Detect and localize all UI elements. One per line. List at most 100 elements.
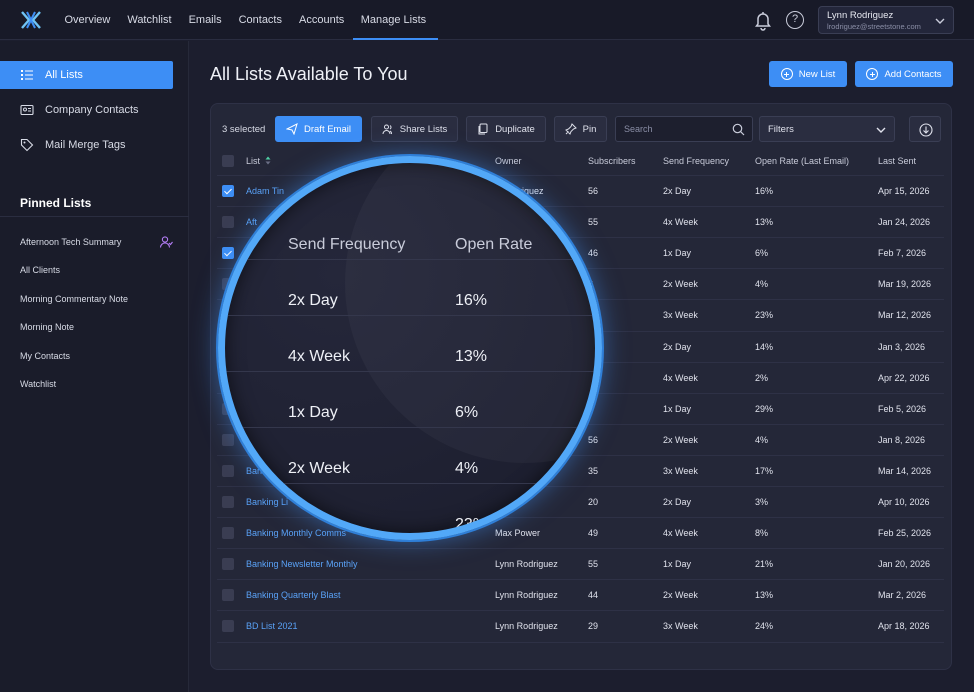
send-frequency-cell: 4x Week (663, 528, 698, 539)
last-sent-cell: Feb 7, 2026 (878, 248, 927, 259)
draft-email-button[interactable]: Draft Email (275, 116, 362, 142)
bell-icon[interactable] (752, 9, 774, 31)
list-name-link[interactable]: Banking Quarterly Blast (246, 590, 341, 600)
row-checkbox[interactable] (222, 496, 234, 508)
last-sent-cell: Mar 19, 2026 (878, 279, 932, 290)
list-name-link[interactable]: Banking Newsletter Monthly (246, 559, 358, 569)
open-rate-cell: 24% (755, 621, 774, 632)
owner-cell: Lynn Rodriguez (495, 559, 558, 570)
row-checkbox[interactable] (222, 185, 234, 197)
search-input[interactable]: Search (615, 116, 753, 142)
page-title: All Lists Available To You (210, 64, 408, 84)
row-divider (217, 610, 944, 612)
sidebar-item-label: Company Contacts (45, 104, 139, 116)
pinned-item[interactable]: All Clients (20, 265, 60, 275)
send-frequency-cell: 1x Day (663, 559, 692, 570)
send-frequency-cell: 2x Day (663, 341, 692, 352)
selected-count: 3 selected (222, 124, 266, 135)
new-list-label: New List (798, 68, 836, 80)
send-frequency-cell: 2x Day (663, 497, 692, 507)
pinned-item[interactable]: Morning Commentary Note (20, 294, 128, 304)
search-placeholder: Search (624, 124, 653, 134)
sidebar-item-mail-merge-tags[interactable]: Mail Merge Tags (0, 131, 173, 159)
magnified-row-divider (225, 315, 595, 316)
open-rate-cell: 6% (755, 248, 769, 259)
list-name-link[interactable]: Aft (246, 217, 257, 227)
send-frequency-cell: 2x Week (663, 434, 698, 445)
row-checkbox[interactable] (222, 464, 234, 477)
pinned-item[interactable]: My Contacts (20, 351, 70, 361)
open-rate-cell: 21% (755, 559, 774, 570)
chevron-down-icon (935, 18, 945, 24)
column-header-subscribers[interactable]: Subscribers (588, 156, 636, 166)
plus-circle-icon (866, 68, 879, 80)
send-frequency-cell: 4x Week (663, 372, 698, 383)
subscribers-cell: 29 (588, 621, 599, 632)
row-checkbox[interactable] (222, 558, 234, 571)
magnified-open-rate: 13% (455, 348, 488, 365)
chevron-down-icon (876, 127, 886, 133)
user-menu[interactable]: Lynn Rodriguez lrodriguez@streetstone.co… (818, 6, 954, 34)
search-icon (732, 123, 745, 136)
column-header-list[interactable]: List (246, 156, 271, 166)
sidebar-item-company-contacts[interactable]: Company Contacts (0, 96, 173, 124)
app-logo-icon[interactable] (20, 10, 42, 30)
sidebar-item-label: All Lists (45, 69, 83, 81)
send-frequency-cell: 2x Day (663, 186, 692, 196)
column-header-last-sent[interactable]: Last Sent (878, 156, 916, 166)
last-sent-cell: Apr 15, 2026 (878, 186, 930, 196)
list-name-link[interactable]: Adam Tin (246, 186, 284, 196)
subscribers-cell: 35 (588, 465, 599, 476)
list-name-link[interactable]: Banking Li (246, 497, 288, 507)
copy-icon (478, 123, 488, 135)
select-all-checkbox[interactable] (222, 155, 234, 167)
pinned-item[interactable]: Morning Note (20, 322, 74, 332)
nav-manage-lists[interactable]: Manage Lists (352, 0, 439, 40)
nav-contacts[interactable]: Contacts (230, 0, 290, 40)
send-frequency-cell: 2x Week (663, 590, 698, 601)
nav-emails[interactable]: Emails (180, 0, 230, 40)
owner-cell: Max Power (495, 528, 541, 539)
send-frequency-cell: 2x Week (663, 279, 698, 290)
user-name: Lynn Rodriguez (827, 10, 894, 21)
row-checkbox[interactable] (222, 216, 234, 229)
nav-watchlist[interactable]: Watchlist (119, 0, 180, 40)
row-checkbox[interactable] (222, 589, 234, 602)
column-header-open-rate[interactable]: Open Rate (Last Email) (755, 156, 849, 166)
filters-label: Filters (768, 124, 794, 135)
magnified-send-frequency: 2x Day (288, 292, 338, 309)
row-checkbox[interactable] (222, 247, 234, 260)
open-rate-cell: 13% (755, 217, 774, 228)
pin-button[interactable]: Pin (554, 116, 607, 142)
list-name-link[interactable]: Banking Monthly Comms (246, 528, 346, 538)
magnified-row-divider (225, 371, 595, 372)
send-frequency-cell: 3x Week (663, 621, 698, 632)
add-contacts-button[interactable]: Add Contacts (855, 61, 953, 87)
magnified-row-divider (225, 427, 595, 428)
help-icon[interactable]: ? (786, 11, 804, 29)
download-icon (919, 123, 933, 137)
row-checkbox[interactable] (222, 433, 234, 446)
row-checkbox[interactable] (222, 620, 234, 633)
pinned-item[interactable]: Watchlist (20, 379, 56, 389)
pinned-item[interactable]: Afternoon Tech Summary (20, 237, 121, 247)
list-name-link[interactable]: BD List 2021 (246, 621, 298, 631)
sidebar-item-all-lists[interactable]: All Lists (0, 61, 173, 89)
open-rate-cell: 8% (755, 528, 769, 539)
last-sent-cell: Jan 24, 2026 (878, 217, 931, 228)
row-checkbox[interactable] (222, 527, 234, 540)
top-nav: Overview Watchlist Emails Contacts Accou… (0, 0, 974, 40)
row-divider (217, 641, 944, 643)
magnified-header-send-frequency: Send Frequency (288, 236, 406, 253)
users-icon (382, 124, 392, 135)
nav-overview[interactable]: Overview (56, 0, 119, 40)
column-header-send-frequency[interactable]: Send Frequency (663, 156, 729, 166)
new-list-button[interactable]: New List (769, 61, 847, 87)
duplicate-button[interactable]: Duplicate (466, 116, 546, 142)
share-lists-button[interactable]: Share Lists (371, 116, 458, 142)
filters-dropdown[interactable]: Filters (759, 116, 895, 142)
nav-accounts[interactable]: Accounts (291, 0, 353, 40)
tag-icon (20, 138, 34, 152)
download-button[interactable] (909, 116, 941, 142)
open-rate-cell: 4% (755, 434, 769, 445)
